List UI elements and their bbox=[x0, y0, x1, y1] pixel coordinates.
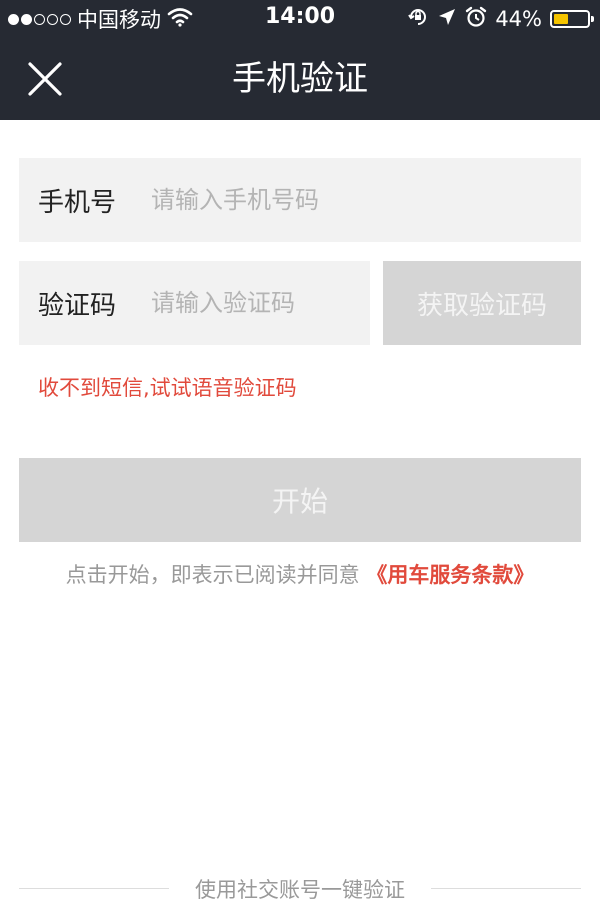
signal-strength-icon bbox=[8, 13, 71, 25]
battery-icon bbox=[550, 10, 594, 28]
voice-code-link[interactable]: 收不到短信,试试语音验证码 bbox=[38, 372, 297, 402]
signal-dot bbox=[47, 13, 58, 25]
code-label: 验证码 bbox=[38, 290, 117, 321]
code-field: 验证码 bbox=[19, 261, 370, 345]
orientation-lock-icon bbox=[407, 6, 429, 33]
page-title: 手机验证 bbox=[232, 59, 368, 99]
signal-dot bbox=[8, 13, 19, 25]
status-bar-left: 中国移动 bbox=[8, 5, 193, 33]
wifi-icon bbox=[167, 7, 193, 32]
signal-dot bbox=[34, 13, 45, 25]
nav-bar: 手机验证 bbox=[0, 38, 600, 120]
status-bar-right: 44% bbox=[407, 5, 594, 33]
social-login-divider: 使用社交账号一键验证 bbox=[0, 874, 600, 904]
phone-field: 手机号 bbox=[19, 158, 581, 242]
social-login-label: 使用社交账号一键验证 bbox=[195, 878, 405, 902]
location-arrow-icon bbox=[437, 7, 457, 32]
signal-dot bbox=[60, 13, 71, 25]
terms-link[interactable]: 《用车服务条款》 bbox=[366, 563, 534, 587]
phone-label: 手机号 bbox=[38, 187, 117, 218]
alarm-icon bbox=[465, 6, 487, 33]
code-input[interactable] bbox=[151, 283, 370, 323]
agreement-text: 点击开始，即表示已阅读并同意 《用车服务条款》 bbox=[0, 559, 600, 589]
phone-input[interactable] bbox=[151, 180, 581, 220]
status-bar: 中国移动 14:00 44% bbox=[0, 0, 600, 38]
signal-dot bbox=[21, 13, 32, 25]
agreement-label: 点击开始，即表示已阅读并同意 bbox=[65, 563, 360, 587]
carrier-name: 中国移动 bbox=[77, 8, 161, 32]
start-button[interactable]: 开始 bbox=[19, 458, 581, 542]
battery-percent: 44% bbox=[495, 7, 542, 31]
get-code-button[interactable]: 获取验证码 bbox=[383, 261, 581, 345]
divider-line-right bbox=[431, 888, 581, 889]
close-icon bbox=[28, 62, 62, 96]
battery-level bbox=[554, 14, 568, 24]
close-button[interactable] bbox=[22, 56, 68, 102]
